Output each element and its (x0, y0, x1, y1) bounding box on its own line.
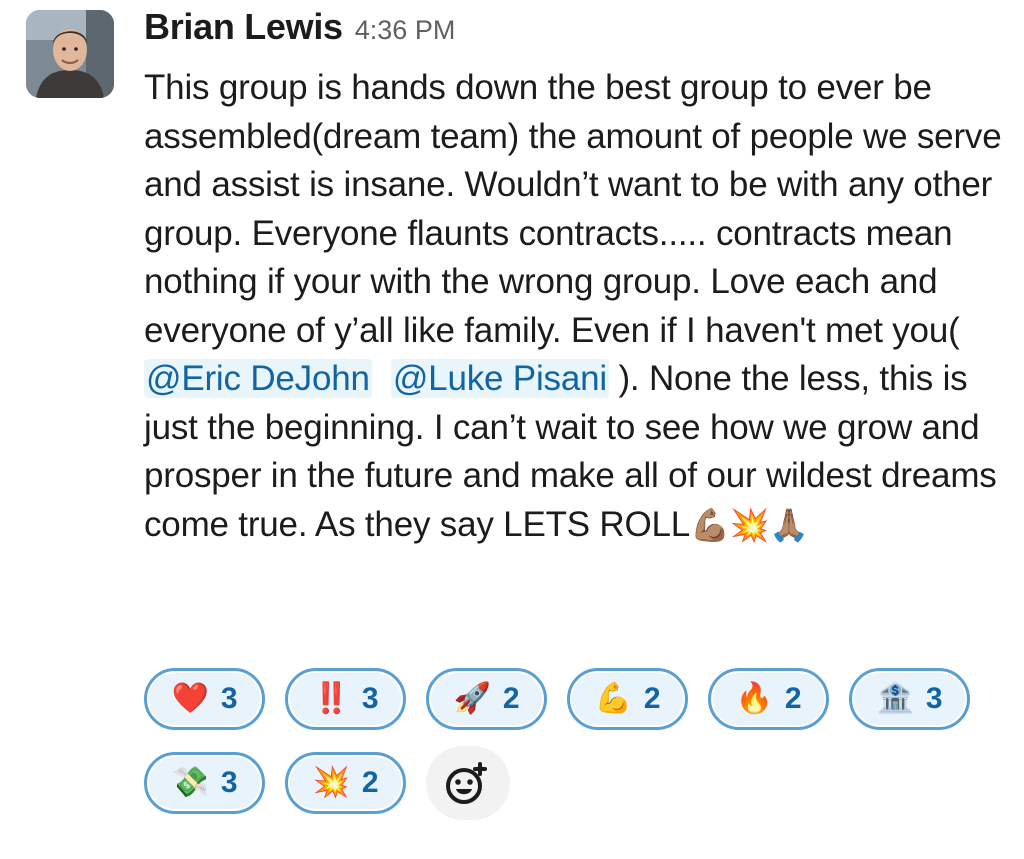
reaction-count: 2 (361, 766, 379, 799)
message-body: This group is hands down the best group … (144, 64, 1004, 549)
reaction-muscle[interactable]: 💪 2 (567, 668, 688, 730)
collision-icon: 💥 (312, 765, 350, 800)
message-content: Brian Lewis 4:36 PM This group is hands … (144, 6, 1004, 549)
add-reaction-smiley-icon (446, 762, 487, 804)
inline-emojis: 💪🏽💥🙏🏽 (690, 505, 810, 544)
avatar-photo (26, 10, 114, 98)
message-timestamp[interactable]: 4:36 PM (355, 15, 456, 46)
reactions-bar: ❤️ 3 ‼️ 3 🚀 2 💪 2 🔥 2 🏦 3 💸 3 💥 2 (144, 668, 1004, 820)
reaction-count: 3 (220, 766, 238, 799)
mention-luke-pisani[interactable]: @Luke Pisani (390, 359, 609, 398)
rocket-icon: 🚀 (453, 681, 491, 716)
reaction-double-exclamation[interactable]: ‼️ 3 (285, 668, 406, 730)
reaction-count: 3 (925, 682, 943, 715)
message: Brian Lewis 4:36 PM This group is hands … (0, 0, 1024, 859)
bank-icon: 🏦 (876, 681, 914, 716)
reaction-count: 2 (643, 682, 661, 715)
reaction-heart[interactable]: ❤️ 3 (144, 668, 265, 730)
reaction-count: 2 (502, 682, 520, 715)
reaction-fire[interactable]: 🔥 2 (708, 668, 829, 730)
reaction-count: 2 (784, 682, 802, 715)
message-text: This group is hands down the best group … (144, 68, 1002, 350)
double-exclamation-icon: ‼️ (312, 681, 350, 716)
sender-name[interactable]: Brian Lewis (144, 6, 343, 48)
reaction-rocket[interactable]: 🚀 2 (426, 668, 547, 730)
red-heart-icon: ❤️ (171, 681, 209, 716)
reaction-count: 3 (220, 682, 238, 715)
flexed-biceps-icon: 💪 (594, 681, 632, 716)
reaction-bank[interactable]: 🏦 3 (849, 668, 970, 730)
add-reaction-button[interactable] (426, 746, 510, 820)
reaction-collision[interactable]: 💥 2 (285, 752, 406, 814)
reaction-count: 3 (361, 682, 379, 715)
fire-icon: 🔥 (735, 681, 773, 716)
mention-eric-dejohn[interactable]: @Eric DeJohn (144, 359, 372, 398)
money-with-wings-icon: 💸 (171, 765, 209, 800)
reaction-money-with-wings[interactable]: 💸 3 (144, 752, 265, 814)
avatar[interactable] (26, 10, 114, 98)
message-header: Brian Lewis 4:36 PM (144, 6, 1004, 58)
